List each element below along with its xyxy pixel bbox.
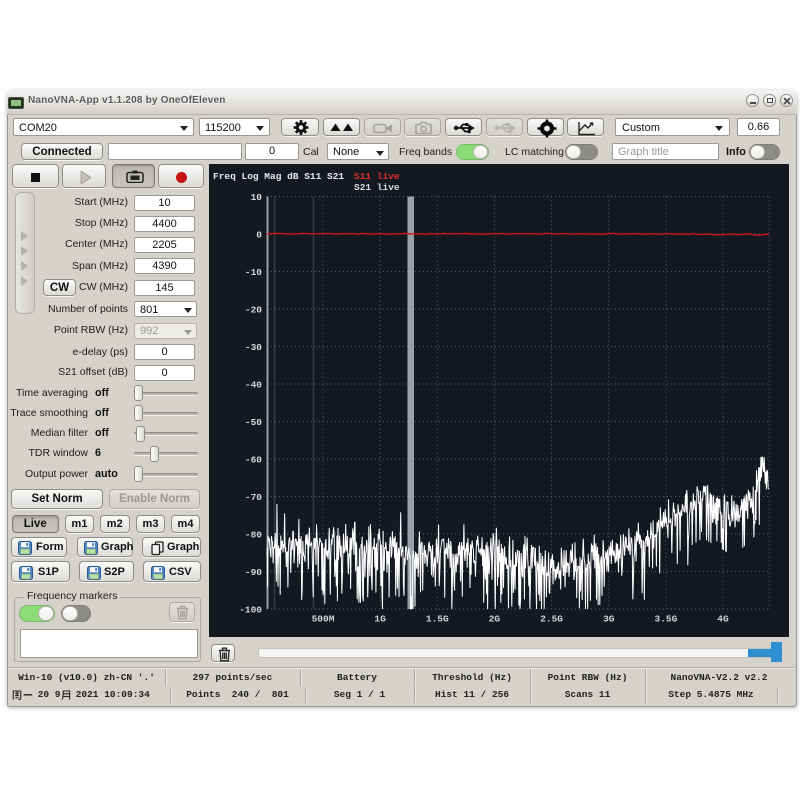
- svg-text:-90: -90: [245, 567, 262, 578]
- svg-text:4G: 4G: [717, 614, 729, 625]
- svg-text:3G: 3G: [603, 614, 615, 625]
- svg-text:-40: -40: [245, 380, 262, 391]
- svg-text:1G: 1G: [374, 614, 386, 625]
- svg-text:-20: -20: [245, 305, 262, 316]
- svg-text:-50: -50: [245, 417, 262, 428]
- svg-text:-10: -10: [245, 267, 262, 278]
- svg-text:1.5G: 1.5G: [426, 614, 449, 625]
- svg-text:500M: 500M: [312, 614, 335, 625]
- svg-text:10: 10: [251, 192, 263, 203]
- svg-text:-60: -60: [245, 455, 262, 466]
- svg-text:-100: -100: [239, 605, 262, 616]
- svg-text:Freq Log Mag dB S11 S21: Freq Log Mag dB S11 S21: [213, 171, 344, 182]
- svg-text:2G: 2G: [489, 614, 501, 625]
- svg-text:3.5G: 3.5G: [654, 614, 677, 625]
- svg-text:S11 live: S11 live: [354, 171, 400, 182]
- svg-text:0: 0: [256, 230, 262, 241]
- svg-text:-30: -30: [245, 342, 262, 353]
- svg-text:-80: -80: [245, 530, 262, 541]
- svg-text:S21 live: S21 live: [354, 182, 400, 193]
- svg-text:2.5G: 2.5G: [540, 614, 563, 625]
- svg-text:-70: -70: [245, 492, 262, 503]
